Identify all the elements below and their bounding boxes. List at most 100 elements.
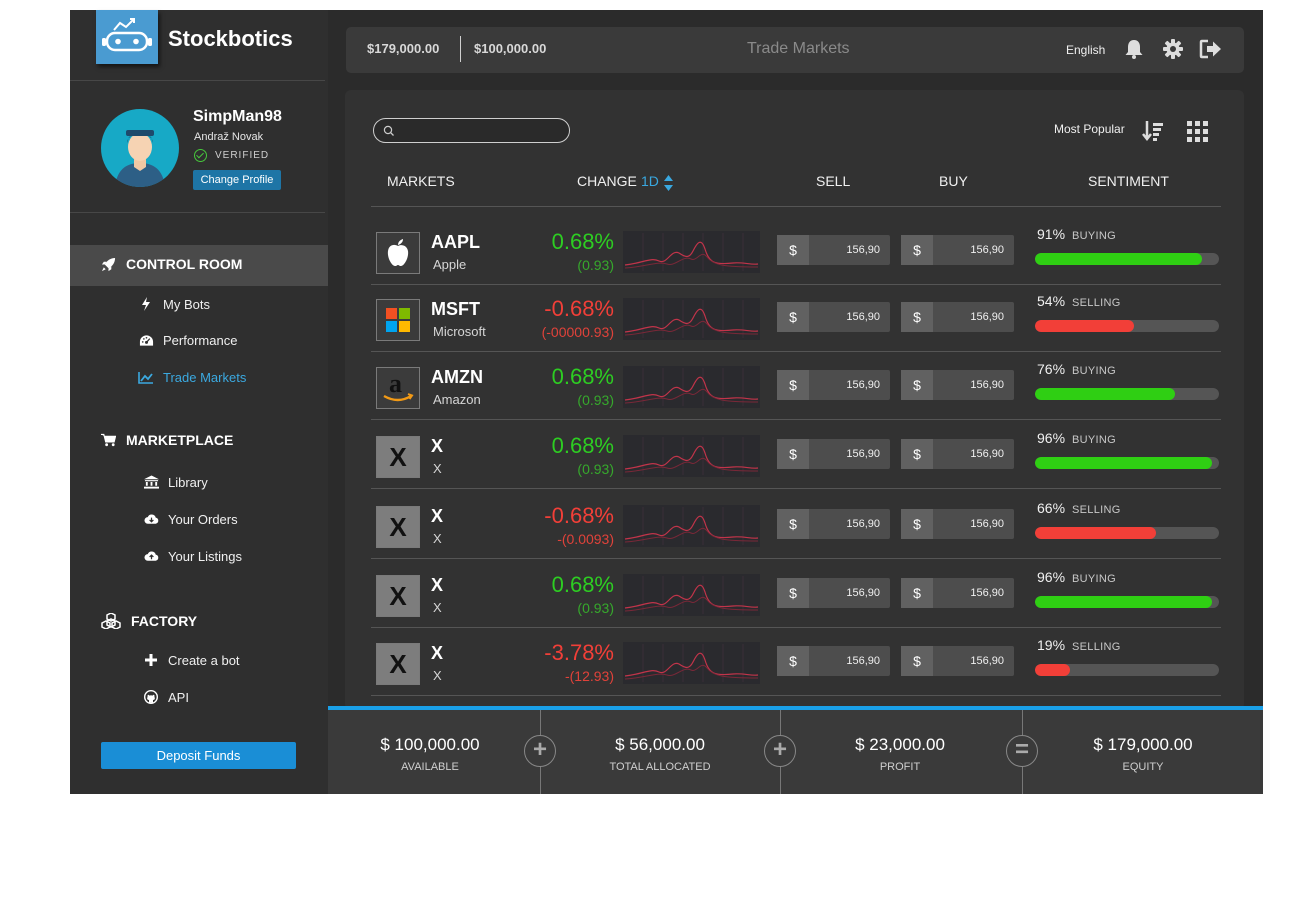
sidebar-item-your-listings[interactable]: Your Listings — [143, 548, 242, 564]
sort-selector[interactable]: Most Popular — [1054, 122, 1125, 136]
table-row[interactable]: X X X -3.78% -(12.93) $156,90 $156,90 19% SELLIN… — [371, 629, 1221, 697]
sidebar-item-api[interactable]: API — [143, 689, 189, 705]
sell-price: 156,90 — [846, 244, 880, 256]
sidebar-item-my-bots[interactable]: My Bots — [138, 296, 210, 312]
buy-button[interactable]: $156,90 — [901, 235, 1014, 265]
dollar-icon: $ — [777, 578, 809, 608]
sort-descending-icon[interactable] — [1142, 120, 1164, 147]
timeframe-selector[interactable]: 1D — [641, 173, 659, 189]
equity-balance: $179,000.00 — [367, 41, 440, 56]
company-name: X — [433, 461, 442, 476]
sentiment-label: SELLING — [1072, 504, 1121, 516]
dollar-icon: $ — [901, 439, 933, 469]
ticker-symbol[interactable]: X — [431, 575, 443, 596]
cloud-download-icon — [143, 511, 159, 527]
sparkline-chart — [623, 574, 760, 616]
buy-button[interactable]: $156,90 — [901, 646, 1014, 676]
buy-button[interactable]: $156,90 — [901, 439, 1014, 469]
buy-price: 156,90 — [970, 244, 1004, 256]
ticker-symbol[interactable]: AMZN — [431, 367, 483, 388]
deposit-funds-button[interactable]: Deposit Funds — [101, 742, 296, 769]
dollar-icon: $ — [901, 370, 933, 400]
section-control-room[interactable]: CONTROL ROOM — [100, 256, 242, 272]
company-name: Apple — [433, 257, 467, 272]
sentiment-bar-fill — [1035, 253, 1203, 265]
grid-view-icon[interactable] — [1187, 121, 1208, 147]
table-row[interactable]: a AMZN Amazon 0.68% (0.93) $156,90 $156,90 76% B… — [371, 353, 1221, 421]
language-selector[interactable]: English — [1066, 43, 1105, 57]
buy-price: 156,90 — [970, 655, 1004, 667]
rocket-icon — [100, 256, 116, 272]
avatar[interactable] — [101, 109, 179, 187]
plus-icon — [143, 652, 159, 668]
sentiment-bar — [1035, 527, 1219, 539]
ticker-symbol[interactable]: AAPL — [431, 232, 480, 253]
gauge-icon — [138, 332, 154, 348]
available-balance: $100,000.00 — [474, 41, 547, 56]
sidebar-item-trade-markets[interactable]: Trade Markets — [138, 369, 246, 385]
sidebar-item-library[interactable]: Library — [143, 474, 208, 490]
company-logo — [376, 299, 420, 341]
ticker-symbol[interactable]: X — [431, 643, 443, 664]
sidebar-item-your-orders[interactable]: Your Orders — [143, 511, 238, 527]
buy-button[interactable]: $156,90 — [901, 578, 1014, 608]
sell-price: 156,90 — [846, 448, 880, 460]
table-row[interactable]: X X X 0.68% (0.93) $156,90 $156,90 96% BUYING — [371, 422, 1221, 490]
search-input[interactable] — [373, 118, 570, 143]
sentiment-percent: 96% — [1037, 569, 1066, 585]
column-header-change[interactable]: CHANGE — [577, 173, 637, 189]
sentiment-label: SELLING — [1072, 641, 1121, 653]
sentiment-bar-fill — [1035, 596, 1212, 608]
sell-button[interactable]: $156,90 — [777, 578, 890, 608]
sidebar-item-label: Create a bot — [168, 652, 240, 668]
buy-price: 156,90 — [970, 311, 1004, 323]
dollar-icon: $ — [901, 646, 933, 676]
sparkline-chart — [623, 366, 760, 408]
app-name: Stockbotics — [168, 26, 293, 51]
table-row[interactable]: X X X 0.68% (0.93) $156,90 $156,90 96% BUYING — [371, 561, 1221, 629]
bolt-icon — [138, 296, 154, 312]
sell-button[interactable]: $156,90 — [777, 646, 890, 676]
table-row[interactable]: AAPL Apple 0.68% (0.93) $156,90 $156,90 91% BUY… — [371, 218, 1221, 286]
table-row[interactable]: MSFT Microsoft -0.68% (-00000.93) $156,90 $15… — [371, 285, 1221, 353]
change-profile-button[interactable]: Change Profile — [193, 170, 281, 190]
table-row[interactable]: X X X -0.68% -(0.0093) $156,90 $156,90 66% SELLI… — [371, 492, 1221, 560]
sell-button[interactable]: $156,90 — [777, 509, 890, 539]
sidebar-item-label: Your Orders — [168, 511, 238, 527]
sell-button[interactable]: $156,90 — [777, 302, 890, 332]
ticker-symbol[interactable]: X — [431, 506, 443, 527]
sentiment-bar-fill — [1035, 320, 1135, 332]
buy-button[interactable]: $156,90 — [901, 509, 1014, 539]
sell-button[interactable]: $156,90 — [777, 235, 890, 265]
sidebar-item-performance[interactable]: Performance — [138, 332, 237, 348]
stat-equity: $ 179,000.00 EQUITY — [1063, 735, 1223, 773]
sort-updown-icon[interactable] — [664, 175, 673, 196]
svg-text:a: a — [389, 369, 402, 398]
sign-out-icon[interactable] — [1199, 38, 1223, 62]
robot-logo-icon[interactable] — [96, 10, 158, 64]
sentiment-bar-fill — [1035, 527, 1157, 539]
sidebar-item-label: My Bots — [163, 296, 210, 312]
row-divider — [371, 351, 1221, 352]
section-marketplace[interactable]: MARKETPLACE — [100, 432, 233, 448]
sentiment-bar — [1035, 664, 1219, 676]
change-percent: 0.68% — [551, 229, 614, 254]
cubes-icon — [100, 613, 121, 629]
sidebar-item-create-bot[interactable]: Create a bot — [143, 652, 240, 668]
buy-button[interactable]: $156,90 — [901, 302, 1014, 332]
change-percent: 0.68% — [551, 364, 614, 389]
column-header-sentiment[interactable]: SENTIMENT — [1088, 173, 1169, 189]
gear-icon[interactable] — [1162, 38, 1186, 62]
ticker-symbol[interactable]: X — [431, 436, 443, 457]
column-header-sell[interactable]: SELL — [816, 173, 850, 189]
buy-button[interactable]: $156,90 — [901, 370, 1014, 400]
sell-button[interactable]: $156,90 — [777, 439, 890, 469]
sell-button[interactable]: $156,90 — [777, 370, 890, 400]
bell-icon[interactable] — [1123, 38, 1147, 62]
column-header-buy[interactable]: BUY — [939, 173, 968, 189]
section-factory[interactable]: FACTORY — [100, 613, 197, 629]
cloud-upload-icon — [143, 548, 159, 564]
ticker-symbol[interactable]: MSFT — [431, 299, 480, 320]
verified-status: VERIFIED — [194, 149, 269, 162]
column-header-markets[interactable]: MARKETS — [387, 173, 455, 189]
